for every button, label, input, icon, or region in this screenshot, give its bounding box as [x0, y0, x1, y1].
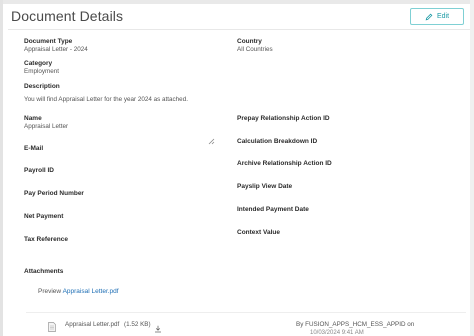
document-icon — [48, 319, 56, 332]
payslip-view-date-label: Payslip View Date — [237, 183, 293, 190]
resize-grip-icon[interactable] — [208, 132, 215, 145]
attachments-label: Attachments — [24, 268, 64, 275]
intended-payment-date-label: Intended Payment Date — [237, 206, 309, 213]
country-value: All Countries — [237, 46, 273, 53]
prepay-relationship-action-id-label: Prepay Relationship Action ID — [237, 115, 330, 122]
page-title: Document Details — [11, 8, 124, 24]
archive-relationship-action-id-label: Archive Relationship Action ID — [237, 160, 332, 167]
category-label: Category — [24, 60, 53, 67]
pencil-icon — [425, 13, 433, 21]
edit-button-label: Edit — [436, 13, 450, 20]
tax-reference-label: Tax Reference — [24, 236, 68, 243]
attachment-preview: Preview Appraisal Letter.pdf — [38, 288, 119, 295]
country-label: Country — [237, 38, 262, 45]
name-value: Appraisal Letter — [24, 123, 69, 130]
payroll-id-label: Payroll ID — [24, 167, 54, 174]
document-type-label: Document Type — [24, 38, 73, 45]
right-scroll-edge[interactable] — [470, 0, 474, 336]
title-divider — [8, 29, 470, 30]
edit-button[interactable]: Edit — [410, 8, 464, 25]
pay-period-number-label: Pay Period Number — [24, 190, 84, 197]
document-type-value: Appraisal Letter - 2024 — [24, 46, 88, 53]
preview-prefix: Preview — [38, 288, 62, 295]
net-payment-label: Net Payment — [24, 213, 64, 220]
attachment-file-size: (1.52 KB) — [124, 321, 151, 328]
category-value: Employment — [24, 68, 59, 75]
calculation-breakdown-id-label: Calculation Breakdown ID — [237, 138, 318, 145]
attachment-file-name[interactable]: Appraisal Letter.pdf — [65, 321, 119, 328]
attachment-divider — [26, 312, 466, 313]
left-edge — [0, 0, 3, 336]
preview-link[interactable]: Appraisal Letter.pdf — [63, 288, 119, 295]
attachment-uploaded-by: By FUSION_APPS_HCM_ESS_APPID on — [296, 321, 415, 328]
email-label: E-Mail — [24, 145, 44, 152]
description-label: Description — [24, 83, 60, 90]
description-value: You will find Appraisal Letter for the y… — [24, 96, 188, 103]
top-bar — [0, 0, 474, 4]
name-label: Name — [24, 115, 42, 122]
attachment-uploaded-on: 10/03/2024 9:41 AM — [310, 330, 364, 336]
context-value-label: Context Value — [237, 229, 280, 236]
download-icon[interactable] — [154, 320, 162, 333]
